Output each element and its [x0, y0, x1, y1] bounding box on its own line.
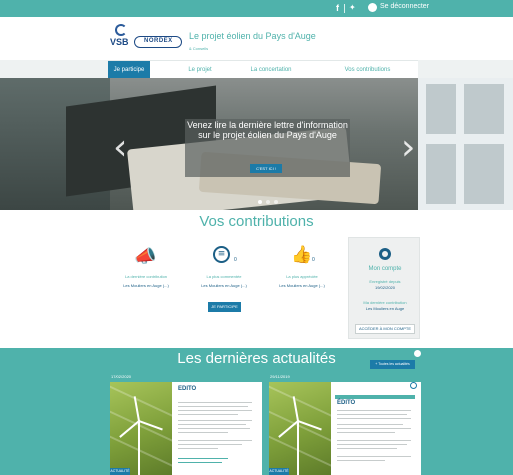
text-line	[337, 424, 403, 425]
news-date: 29/11/2019	[270, 374, 290, 379]
stat-label: La plus appréciée	[286, 274, 318, 279]
stat-value-link[interactable]: Les Mouliers en Auge (...)	[194, 283, 254, 288]
text-line	[337, 428, 411, 429]
account-panel: Mon compte Enregistré depuis 19/02/2020 …	[348, 237, 420, 339]
carousel-dot[interactable]	[266, 200, 270, 204]
newsletter-title: EDITO	[178, 386, 197, 392]
section-title: Vos contributions	[199, 213, 314, 230]
text-line	[178, 424, 246, 425]
stat-count: 0	[312, 257, 315, 263]
twitter-icon[interactable]: ✦	[349, 3, 356, 12]
text-line	[337, 418, 411, 419]
category-badge[interactable]: ACTUALITÉ	[110, 468, 130, 475]
text-line	[178, 448, 218, 449]
field-row	[269, 433, 346, 473]
window-pane	[464, 144, 504, 204]
nordex-logo[interactable]: NORDEX	[134, 36, 182, 48]
vsb-logo-text: VSB	[110, 37, 129, 47]
account-last-contribution-label: Ma dernière contribution	[363, 300, 407, 305]
site-title[interactable]: Le projet éolien du Pays d'Auge	[189, 31, 316, 41]
hero-window	[418, 78, 513, 210]
text-line	[178, 428, 250, 429]
account-registered-date: 19/02/2020	[374, 285, 396, 290]
user-icon[interactable]	[368, 3, 377, 12]
logout-link[interactable]: Se déconnecter	[380, 3, 429, 10]
nav-item-le-projet[interactable]: Le projet	[174, 61, 226, 79]
chevron-left-icon[interactable]: ‹	[113, 130, 127, 166]
account-title: Mon compte	[368, 266, 402, 272]
site-subtitle: & Conseils	[189, 46, 209, 51]
thumbs-up-icon: 👍	[291, 245, 313, 265]
wind-turbine-icon	[138, 420, 140, 475]
newsletter-preview: EDITO	[176, 386, 256, 475]
newsletter-preview: ÉDITO	[335, 386, 415, 475]
nav-item-je-participe[interactable]: Je participe	[108, 61, 150, 79]
text-line	[178, 458, 228, 459]
account-registered-label: Enregistré depuis	[369, 279, 401, 284]
stat-label: La plus commentée	[206, 274, 242, 279]
stat-count: 0	[234, 257, 237, 263]
stat-value-link[interactable]: Les Mouliers en Auge (...)	[272, 283, 332, 288]
carousel-dots	[258, 200, 278, 204]
news-card[interactable]: ÉDITO ACTUALITÉ	[269, 382, 421, 475]
info-icon[interactable]	[414, 350, 421, 357]
hero-caption: Venez lire la dernière lettre d'informat…	[187, 120, 348, 140]
text-line	[178, 402, 252, 403]
megaphone-icon: 📣	[134, 246, 157, 267]
text-line	[337, 456, 411, 457]
field-row	[110, 433, 187, 473]
stat-value-link[interactable]: Les Mouliers en Auge (...)	[116, 283, 176, 288]
news-title: Les dernières actualités	[177, 350, 336, 367]
category-badge[interactable]: ACTUALITÉ	[269, 468, 289, 475]
text-line	[337, 440, 411, 441]
text-line	[337, 432, 395, 433]
chevron-right-icon[interactable]: ›	[401, 130, 415, 166]
text-line	[337, 414, 407, 415]
window-pane	[464, 84, 504, 134]
text-line	[178, 444, 242, 445]
news-section: Les dernières actualités + Toutes les ac…	[0, 348, 513, 475]
account-avatar-icon	[379, 248, 391, 260]
text-line	[178, 432, 228, 433]
hero-carousel[interactable]: Venez lire la dernière lettre d'informat…	[0, 78, 513, 210]
text-line	[337, 410, 411, 411]
main-nav: Je participe Le projet La concertation V…	[108, 60, 418, 79]
text-line	[178, 414, 238, 415]
text-line	[337, 448, 397, 449]
carousel-dot[interactable]	[274, 200, 278, 204]
nav-item-la-concertation[interactable]: La concertation	[236, 61, 306, 79]
text-line	[337, 460, 385, 461]
facebook-icon[interactable]: f	[336, 3, 339, 13]
vsb-swirl-icon	[115, 24, 127, 36]
nordex-logo-text: NORDEX	[144, 38, 173, 44]
account-last-contribution-link[interactable]: Les Mouliers en Auge	[349, 306, 421, 311]
info-icon[interactable]	[410, 382, 417, 389]
contributions-section: Vos contributions	[0, 210, 513, 348]
news-date: 17/02/2020	[111, 374, 132, 379]
account-access-button[interactable]: ACCÉDER À MON COMPTE	[355, 324, 415, 334]
carousel-dot[interactable]	[258, 200, 262, 204]
stat-label: La dernière contribution	[124, 274, 168, 279]
nav-item-vos-contributions[interactable]: Vos contributions	[330, 61, 405, 79]
participate-button[interactable]: JE PARTICIPE	[208, 302, 241, 312]
all-news-button[interactable]: + Toutes les actualités	[370, 360, 415, 369]
news-card[interactable]: EDITO ACTUALITÉ	[110, 382, 262, 475]
wind-turbine-icon	[297, 420, 299, 475]
comment-icon: ≡	[213, 246, 230, 263]
divider	[344, 4, 345, 13]
text-line	[178, 406, 248, 407]
text-line	[178, 462, 222, 463]
text-line	[178, 410, 252, 411]
newsletter-title: ÉDITO	[337, 400, 356, 406]
vsb-logo[interactable]: VSB	[110, 24, 132, 50]
window-pane	[426, 144, 456, 204]
text-line	[178, 440, 252, 441]
text-line	[337, 444, 407, 445]
top-bar: f ✦ Se déconnecter	[0, 0, 513, 17]
newsletter-band	[335, 395, 415, 399]
hero-cta-button[interactable]: C'EST ICI !	[250, 164, 282, 173]
window-pane	[426, 84, 456, 134]
text-line	[178, 420, 252, 421]
